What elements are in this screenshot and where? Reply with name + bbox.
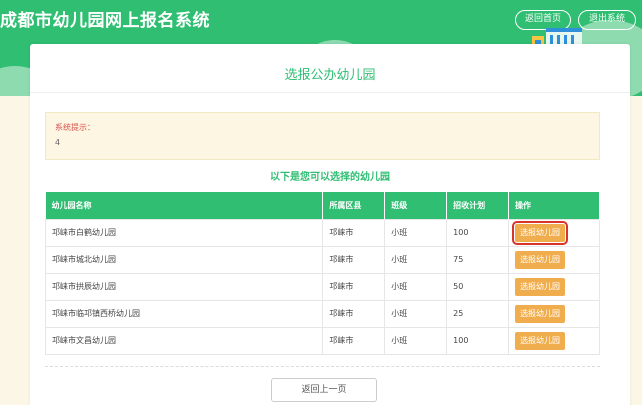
list-title: 以下是您可以选择的幼儿园 (270, 172, 390, 183)
table-row: 邛崃市临邛镇西桥幼儿园 邛崃市 小班 25 选报幼儿园 (44, 299, 600, 328)
column-header-plan: 招收计划 (446, 192, 510, 219)
plan-cell: 50 (446, 272, 510, 301)
select-kindergarten-button[interactable]: 选报幼儿园 (515, 304, 566, 323)
kindergarten-name: 邛崃市临邛镇西桥幼儿园 (44, 299, 324, 328)
table-row: 邛崃市白鹤幼儿园 邛崃市 小班 100 选报幼儿园 (44, 218, 600, 247)
table-row: 邛崃市拱辰幼儿园 邛崃市 小班 50 选报幼儿园 (44, 272, 600, 301)
notice-value: 4 (55, 138, 61, 147)
table-header-row: 幼儿园名称 所属区县 班级 招收计划 操作 (45, 192, 600, 219)
divider (30, 92, 630, 93)
select-kindergarten-button[interactable]: 选报幼儿园 (515, 277, 566, 296)
main-panel: 选报公办幼儿园 系统提示： 4 以下是您可以选择的幼儿园 幼儿园名称 所属区县 … (30, 44, 630, 405)
plan-cell: 25 (446, 299, 510, 328)
plan-cell: 100 (446, 326, 510, 355)
action-cell: 选报幼儿园 (508, 272, 600, 301)
logout-button[interactable]: 退出系统 (578, 10, 636, 30)
kindergarten-name: 邛崃市拱辰幼儿园 (44, 272, 324, 301)
district-cell: 邛崃市 (322, 245, 386, 274)
class-cell: 小班 (384, 218, 448, 247)
page-title: 选报公办幼儿园 (284, 68, 376, 83)
district-cell: 邛崃市 (322, 272, 386, 301)
district-cell: 邛崃市 (322, 326, 386, 355)
back-button[interactable]: 返回上一页 (271, 378, 377, 402)
kindergarten-name: 邛崃市白鹤幼儿园 (44, 218, 324, 247)
action-cell: 选报幼儿园 (508, 245, 600, 274)
select-kindergarten-button[interactable]: 选报幼儿园 (512, 220, 569, 245)
column-header-class: 班级 (384, 192, 448, 219)
table-row: 邛崃市城北幼儿园 邛崃市 小班 75 选报幼儿园 (44, 245, 600, 274)
select-kindergarten-button[interactable]: 选报幼儿园 (515, 331, 566, 350)
plan-cell: 75 (446, 245, 510, 274)
table-row: 邛崃市文昌幼儿园 邛崃市 小班 100 选报幼儿园 (44, 326, 600, 355)
kindergarten-name: 邛崃市城北幼儿园 (44, 245, 324, 274)
district-cell: 邛崃市 (322, 218, 386, 247)
notice-label: 系统提示： (55, 123, 95, 132)
system-notice: 系统提示： 4 (45, 112, 600, 160)
select-kindergarten-button[interactable]: 选报幼儿园 (515, 250, 566, 269)
kindergarten-table: 幼儿园名称 所属区县 班级 招收计划 操作 邛崃市白鹤幼儿园 邛崃市 小班 10… (44, 192, 600, 355)
column-header-district: 所属区县 (322, 192, 386, 219)
class-cell: 小班 (384, 245, 448, 274)
class-cell: 小班 (384, 299, 448, 328)
kindergarten-name: 邛崃市文昌幼儿园 (44, 326, 324, 355)
class-cell: 小班 (384, 326, 448, 355)
action-cell: 选报幼儿园 (508, 326, 600, 355)
action-cell: 选报幼儿园 (508, 299, 600, 328)
district-cell: 邛崃市 (322, 299, 386, 328)
action-cell: 选报幼儿园 (508, 218, 600, 247)
class-cell: 小班 (384, 272, 448, 301)
plan-cell: 100 (446, 218, 510, 247)
column-header-name: 幼儿园名称 (45, 192, 324, 219)
column-header-action: 操作 (508, 192, 600, 219)
site-title: 成都市幼儿园网上报名系统 (0, 11, 210, 31)
divider (45, 366, 600, 367)
